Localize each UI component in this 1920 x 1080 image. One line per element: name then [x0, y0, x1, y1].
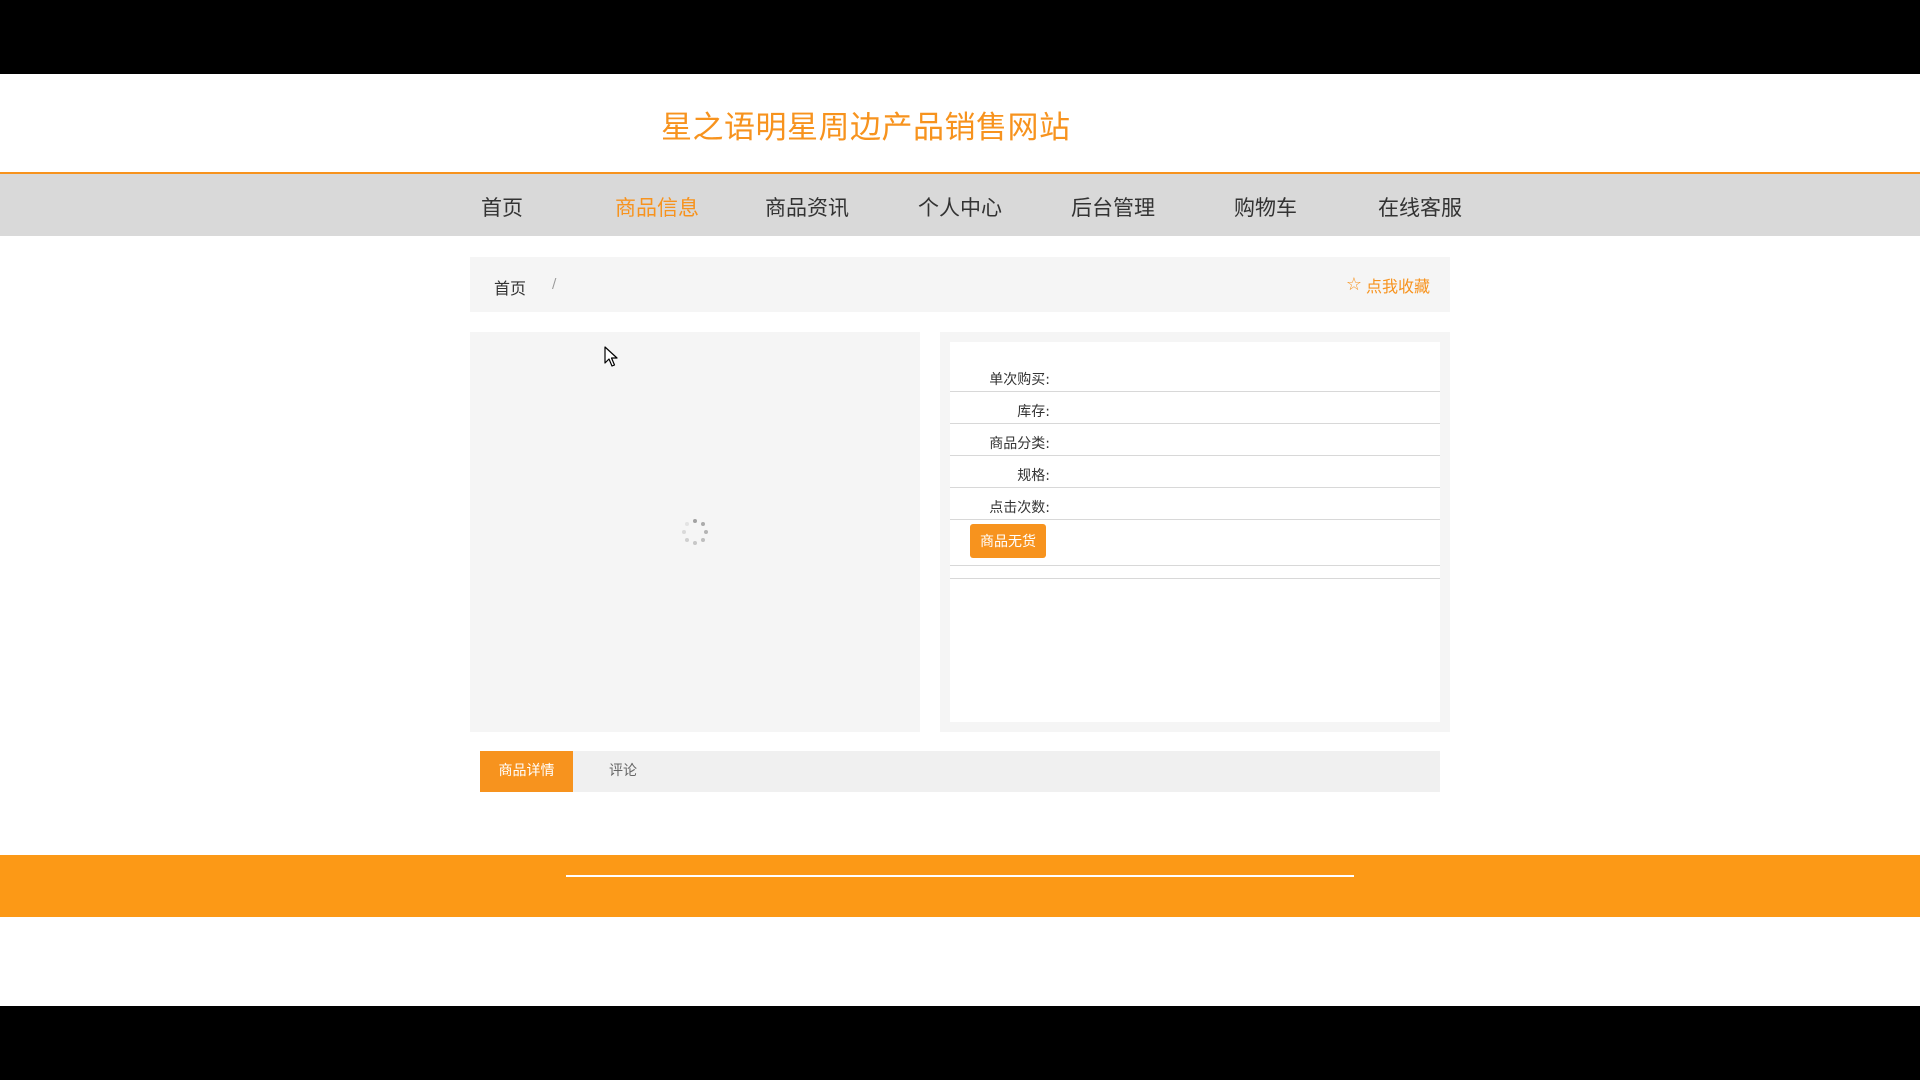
info-row-spec: 规格:	[950, 456, 1440, 488]
nav-item-cart[interactable]: 购物车	[1234, 192, 1297, 222]
out-of-stock-button[interactable]: 商品无货	[970, 524, 1046, 558]
favorite-label: 点我收藏	[1365, 277, 1430, 296]
label-category: 商品分类:	[989, 436, 1050, 452]
divider	[950, 566, 1440, 579]
letterbox-top	[0, 0, 1920, 74]
breadcrumb-home[interactable]: 首页	[494, 275, 526, 299]
mouse-cursor-icon	[604, 346, 618, 367]
tab-product-details[interactable]: 商品详情	[480, 751, 573, 792]
main-nav: 首页 商品信息 商品资讯 个人中心 后台管理 购物车 在线客服	[0, 172, 1920, 236]
nav-item-user-center[interactable]: 个人中心	[918, 192, 1002, 222]
label-spec: 规格:	[1017, 468, 1050, 484]
label-single-purchase: 单次购买:	[989, 372, 1050, 388]
header: 星之语明星周边产品销售网站	[0, 74, 1920, 172]
info-row-single-purchase: 单次购买:	[950, 360, 1440, 392]
nav-item-admin[interactable]: 后台管理	[1071, 192, 1155, 222]
product-info-card: 单次购买: 库存: 商品分类: 规格: 点击次数: 商品无货	[950, 342, 1440, 722]
page: 星之语明星周边产品销售网站 首页 商品信息 商品资讯 个人中心 后台管理 购物车…	[0, 74, 1920, 1006]
info-row-clicks: 点击次数:	[950, 488, 1440, 520]
action-row: 商品无货	[950, 520, 1440, 566]
nav-item-home[interactable]: 首页	[481, 192, 523, 222]
product-image-panel	[470, 332, 920, 732]
nav-item-news[interactable]: 商品资讯	[765, 192, 849, 222]
favorite-button[interactable]: ☆ 点我收藏	[1346, 273, 1430, 297]
breadcrumb: 首页 / ☆ 点我收藏	[470, 257, 1450, 312]
loading-spinner-icon	[682, 519, 708, 545]
star-outline-icon: ☆	[1345, 274, 1362, 295]
tab-comments[interactable]: 评论	[593, 751, 653, 792]
footer-divider	[566, 875, 1354, 877]
letterbox-bottom	[0, 1006, 1920, 1080]
breadcrumb-separator: /	[552, 277, 557, 292]
product-tabs: 商品详情 评论	[480, 751, 1440, 792]
info-row-stock: 库存:	[950, 392, 1440, 424]
label-stock: 库存:	[1017, 404, 1050, 420]
label-clicks: 点击次数:	[989, 500, 1050, 516]
product-info-panel: 单次购买: 库存: 商品分类: 规格: 点击次数: 商品无货	[940, 332, 1450, 732]
nav-item-products[interactable]: 商品信息	[615, 192, 699, 222]
info-row-category: 商品分类:	[950, 424, 1440, 456]
nav-item-customer-service[interactable]: 在线客服	[1378, 192, 1462, 222]
site-title: 星之语明星周边产品销售网站	[661, 110, 1071, 146]
footer	[0, 855, 1920, 917]
